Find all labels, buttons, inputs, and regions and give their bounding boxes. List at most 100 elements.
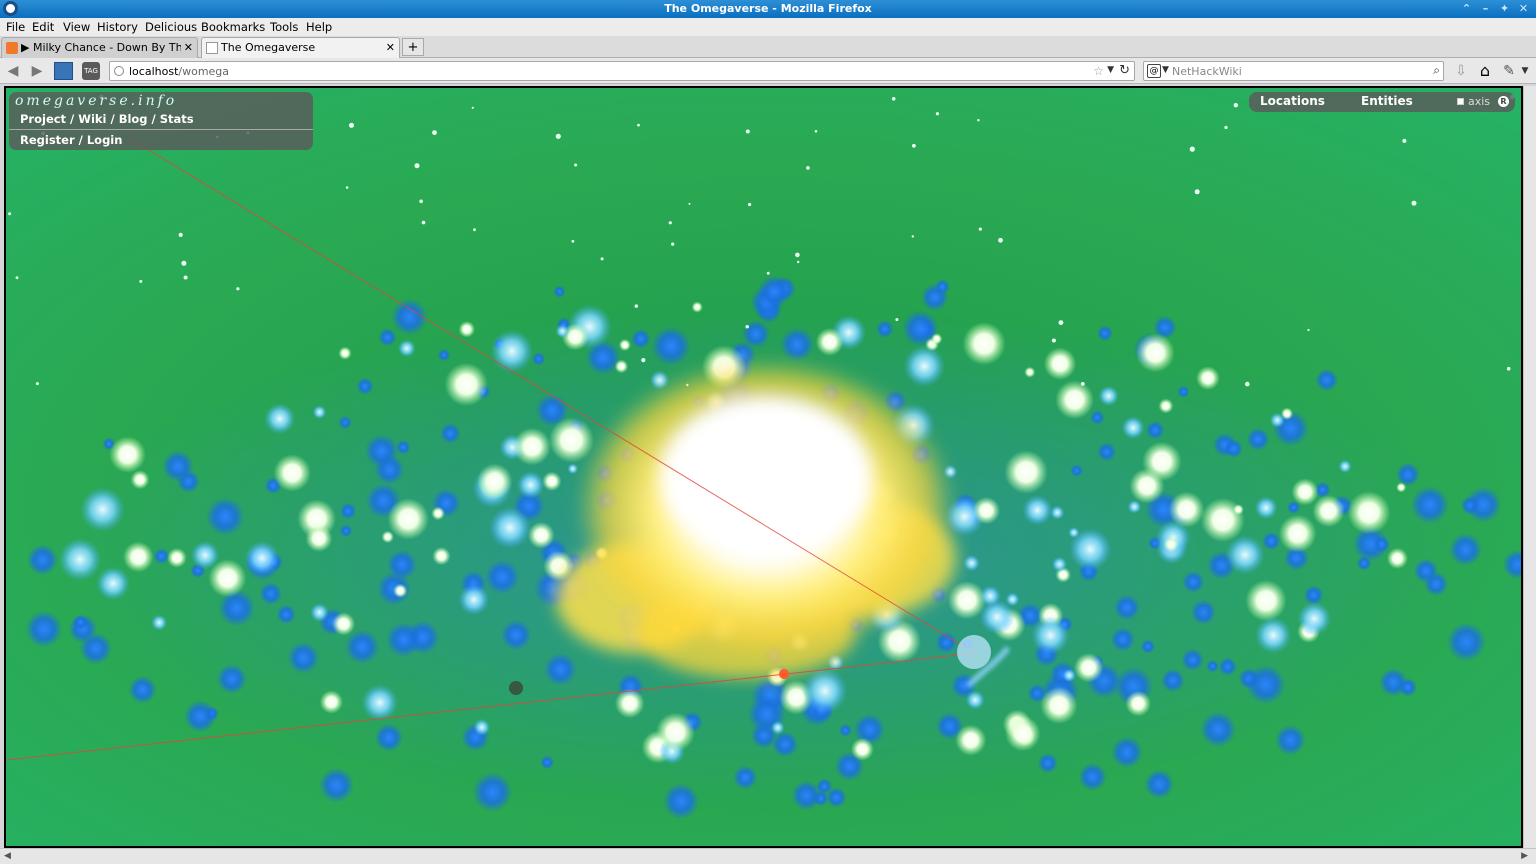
dust-particle (637, 123, 640, 127)
url-text[interactable]: localhost/womega (129, 65, 229, 78)
blue-star (1246, 664, 1286, 705)
menu-help[interactable]: Help (306, 20, 332, 34)
white-star (1269, 412, 1285, 428)
search-bar[interactable]: @ ▼ NetHackWiki ⌕ (1143, 61, 1444, 81)
white-star (244, 540, 280, 576)
blue-star (374, 454, 405, 485)
blue-star (276, 604, 296, 625)
white-star (1129, 468, 1165, 504)
site-links[interactable]: Project / Wiki / Blog / Stats (20, 112, 194, 126)
blue-star (1078, 762, 1107, 791)
white-star (1254, 616, 1292, 654)
close-tab-icon[interactable]: ✕ (184, 41, 193, 54)
scroll-right-icon[interactable]: ▶ (1521, 851, 1528, 861)
scroll-left-icon[interactable]: ◀ (4, 851, 11, 861)
menu-file[interactable]: File (6, 20, 25, 34)
minimize-window-icon[interactable]: – (1477, 1, 1494, 16)
dust-particle (748, 202, 752, 207)
page-icon (206, 42, 218, 54)
search-icon[interactable]: ⌕ (1433, 63, 1440, 78)
menu-tools[interactable]: Tools (270, 20, 298, 34)
white-star (1338, 459, 1352, 474)
addon-icon[interactable]: ✎ (1500, 62, 1518, 80)
reload-icon[interactable]: ↻ (1119, 63, 1130, 78)
new-tab-button[interactable]: + (402, 38, 424, 56)
tab-label: The Omegaverse (221, 41, 316, 54)
white-star (1291, 478, 1319, 506)
blue-star (839, 724, 852, 737)
maximize-window-icon[interactable]: ✦ (1496, 1, 1513, 16)
reset-view-button[interactable]: R (1498, 96, 1509, 107)
site-brand[interactable]: omegaverse.info (15, 93, 177, 109)
chevron-down-icon[interactable]: ▼ (1162, 65, 1169, 75)
white-star (1062, 668, 1077, 683)
dust-particle (895, 318, 899, 322)
back-icon[interactable]: ◀ (4, 62, 22, 80)
white-star (1127, 499, 1142, 514)
dust-particle (671, 242, 675, 246)
white-star (1073, 653, 1104, 683)
white-star (58, 538, 102, 581)
dust-particle (1194, 189, 1200, 195)
tab-milky-chance[interactable]: ▶ Milky Chance - Down By The… ✕ (1, 37, 198, 58)
dust-particle (978, 227, 982, 231)
blue-star (25, 610, 63, 648)
dust-particle (912, 143, 916, 148)
white-star (1254, 496, 1278, 520)
dark-probe[interactable] (509, 681, 523, 695)
url-bar[interactable]: localhost/womega ☆ ▼ ↻ (109, 61, 1135, 81)
blue-star (259, 582, 283, 605)
blue-star (1161, 668, 1185, 693)
scene-controls-panel: Locations Entities axis R (1249, 92, 1515, 112)
home-icon[interactable]: ⌂ (1476, 62, 1494, 80)
toolbar-overflow-icon[interactable]: ▼ (1518, 62, 1532, 80)
search-input[interactable]: NetHackWiki (1172, 65, 1242, 78)
tab-label: ▶ Milky Chance - Down By The… (21, 41, 181, 54)
menu-view[interactable]: View (63, 20, 90, 34)
dust-particle (745, 325, 749, 329)
white-star (310, 603, 329, 622)
tab-omegaverse[interactable]: The Omegaverse ✕ (201, 37, 400, 58)
galaxy-scene[interactable] (6, 88, 1521, 846)
menu-history[interactable]: History (97, 20, 138, 34)
locations-button[interactable]: Locations (1260, 94, 1325, 108)
white-star (393, 583, 408, 598)
blue-star (1145, 420, 1165, 440)
entities-button[interactable]: Entities (1361, 94, 1413, 108)
menu-delicious[interactable]: Delicious (145, 20, 197, 34)
navigation-toolbar: ◀ ▶ TAG localhost/womega ☆ ▼ ↻ @ ▼ NetHa… (0, 58, 1536, 84)
blue-star (1398, 678, 1418, 697)
blue-star (1144, 769, 1175, 799)
blue-star (378, 328, 397, 347)
webgl-canvas[interactable] (4, 86, 1523, 848)
menu-bookmarks[interactable]: Bookmarks (201, 20, 265, 34)
dust-particle (1506, 366, 1511, 371)
white-star (1040, 686, 1078, 725)
url-history-dropdown-icon[interactable]: ▼ (1107, 65, 1114, 75)
tag-icon[interactable]: TAG (82, 62, 100, 80)
white-star (109, 436, 146, 473)
shade-window-icon[interactable]: ⌃ (1458, 1, 1475, 16)
window-title: The Omegaverse - Mozilla Firefox (664, 2, 872, 15)
vertical-scrollbar[interactable] (1523, 86, 1536, 848)
menu-edit[interactable]: Edit (32, 20, 54, 34)
close-tab-icon[interactable]: ✕ (386, 41, 395, 54)
white-star (96, 566, 130, 601)
register-login-link[interactable]: Register / Login (20, 133, 122, 147)
dust-particle (236, 287, 240, 291)
white-star (1125, 690, 1151, 717)
downloads-icon[interactable]: ⇩ (1452, 62, 1470, 80)
search-engine-icon[interactable]: @ (1147, 64, 1161, 78)
axis-checkbox[interactable] (1457, 98, 1464, 105)
white-star (319, 690, 344, 714)
blue-star (128, 675, 157, 704)
close-window-icon[interactable]: ✕ (1515, 1, 1532, 16)
forward-icon[interactable]: ▶ (28, 62, 46, 80)
site-identity-icon[interactable] (114, 66, 124, 76)
blue-star (1113, 594, 1140, 621)
blue-star (206, 497, 245, 536)
bookmark-star-icon[interactable]: ☆ (1093, 64, 1104, 78)
white-star (488, 506, 532, 549)
bookmarks-sidebar-icon[interactable] (54, 62, 73, 80)
horizontal-scrollbar[interactable]: ◀ ▶ (0, 848, 1536, 864)
